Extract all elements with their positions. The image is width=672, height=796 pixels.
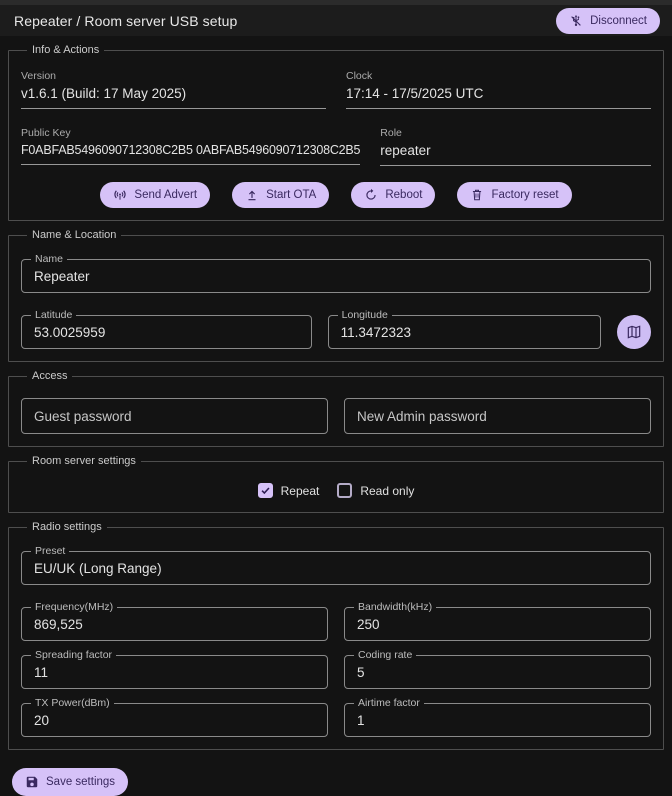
section-access: Access	[8, 370, 664, 447]
broadcast-icon	[113, 188, 127, 202]
clock-value: 17:14 - 17/5/2025 UTC	[346, 86, 651, 109]
public-key-field: Public Key F0ABFAB5496090712308C2B5 0ABF…	[21, 123, 360, 166]
restart-icon	[364, 188, 378, 202]
upload-icon	[245, 188, 259, 202]
reboot-label: Reboot	[385, 189, 422, 201]
clock-field: Clock 17:14 - 17/5/2025 UTC	[346, 66, 651, 109]
preset-field: Preset	[21, 551, 651, 585]
frequency-field: Frequency(MHz)	[21, 607, 328, 641]
factory-reset-label: Factory reset	[491, 189, 558, 201]
disconnect-button-label: Disconnect	[590, 15, 647, 27]
clock-label: Clock	[346, 70, 651, 82]
page-title: Repeater / Room server USB setup	[14, 13, 237, 29]
version-label: Version	[21, 70, 326, 82]
airtime-factor-field: Airtime factor	[344, 703, 651, 737]
save-settings-button[interactable]: Save settings	[12, 768, 128, 796]
preset-input[interactable]	[34, 561, 638, 576]
role-field: Role repeater	[380, 123, 651, 166]
frequency-field-label: Frequency(MHz)	[31, 601, 117, 613]
repeat-checkbox[interactable]: Repeat	[258, 483, 320, 498]
preset-field-label: Preset	[31, 545, 69, 557]
longitude-field: Longitude	[328, 315, 601, 349]
repeat-checkbox-label: Repeat	[281, 484, 320, 498]
section-room-server: Room server settings Repeat Read only	[8, 455, 664, 513]
longitude-field-label: Longitude	[338, 309, 392, 321]
main-content: Info & Actions Version v1.6.1 (Build: 17…	[0, 36, 672, 796]
latitude-field: Latitude	[21, 315, 312, 349]
bandwidth-input[interactable]	[357, 617, 638, 632]
usb-off-icon	[569, 14, 583, 28]
role-label: Role	[380, 127, 651, 139]
latitude-input[interactable]	[34, 325, 299, 340]
latitude-field-label: Latitude	[31, 309, 76, 321]
name-input[interactable]	[34, 269, 638, 284]
start-ota-button[interactable]: Start OTA	[232, 182, 329, 208]
repeat-checkbox-box[interactable]	[258, 483, 273, 498]
name-field: Name	[21, 259, 651, 293]
app-header: Repeater / Room server USB setup Disconn…	[0, 5, 672, 36]
bandwidth-field-label: Bandwidth(kHz)	[354, 601, 436, 613]
version-value: v1.6.1 (Build: 17 May 2025)	[21, 86, 326, 109]
read-only-checkbox-box[interactable]	[337, 483, 352, 498]
version-field: Version v1.6.1 (Build: 17 May 2025)	[21, 66, 326, 109]
bandwidth-field: Bandwidth(kHz)	[344, 607, 651, 641]
read-only-checkbox-label: Read only	[360, 484, 414, 498]
send-advert-button[interactable]: Send Advert	[100, 182, 210, 208]
admin-password-field	[344, 398, 651, 434]
airtime-factor-input[interactable]	[357, 713, 638, 728]
public-key-value: F0ABFAB5496090712308C2B5 0ABFAB549609071…	[21, 143, 360, 165]
guest-password-input[interactable]	[34, 409, 315, 424]
role-value: repeater	[380, 143, 651, 166]
tx-power-field: TX Power(dBm)	[21, 703, 328, 737]
map-button[interactable]	[617, 315, 651, 349]
section-info-actions: Info & Actions Version v1.6.1 (Build: 17…	[8, 44, 664, 221]
tx-power-input[interactable]	[34, 713, 315, 728]
coding-rate-field: Coding rate	[344, 655, 651, 689]
longitude-input[interactable]	[341, 325, 588, 340]
section-radio: Radio settings Preset Frequency(MHz) Ban…	[8, 521, 664, 750]
section-info-actions-legend: Info & Actions	[27, 44, 104, 56]
save-settings-label: Save settings	[46, 776, 115, 788]
section-name-location: Name & Location Name Latitude Longitude	[8, 229, 664, 362]
section-radio-legend: Radio settings	[27, 521, 107, 533]
factory-reset-button[interactable]: Factory reset	[457, 182, 571, 208]
coding-rate-field-label: Coding rate	[354, 649, 416, 661]
reboot-button[interactable]: Reboot	[351, 182, 435, 208]
airtime-factor-field-label: Airtime factor	[354, 697, 424, 709]
save-icon	[25, 775, 39, 789]
start-ota-label: Start OTA	[266, 189, 316, 201]
footer: Save settings	[8, 758, 664, 796]
tx-power-field-label: TX Power(dBm)	[31, 697, 114, 709]
guest-password-field	[21, 398, 328, 434]
frequency-input[interactable]	[34, 617, 315, 632]
spreading-factor-input[interactable]	[34, 665, 315, 680]
public-key-label: Public Key	[21, 127, 360, 139]
section-room-server-legend: Room server settings	[27, 455, 141, 467]
read-only-checkbox[interactable]: Read only	[337, 483, 414, 498]
coding-rate-input[interactable]	[357, 665, 638, 680]
admin-password-input[interactable]	[357, 409, 638, 424]
map-icon	[626, 324, 642, 340]
spreading-factor-field: Spreading factor	[21, 655, 328, 689]
section-access-legend: Access	[27, 370, 72, 382]
send-advert-label: Send Advert	[134, 189, 197, 201]
trash-icon	[470, 188, 484, 202]
section-name-location-legend: Name & Location	[27, 229, 121, 241]
disconnect-button[interactable]: Disconnect	[556, 8, 660, 34]
spreading-factor-field-label: Spreading factor	[31, 649, 116, 661]
name-field-label: Name	[31, 253, 67, 265]
